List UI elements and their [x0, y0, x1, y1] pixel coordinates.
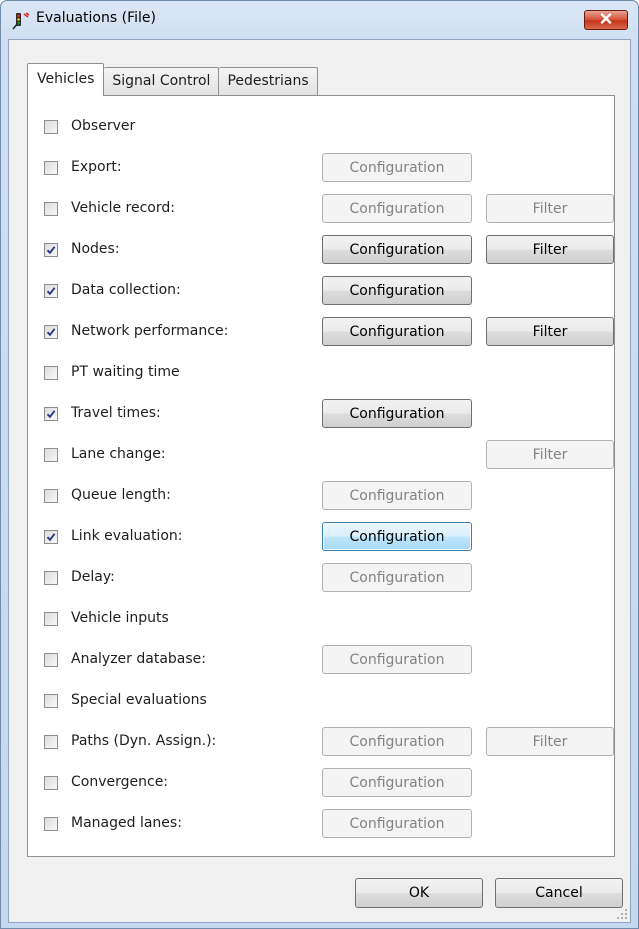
evaluation-row-observer: Observer [28, 112, 614, 142]
checkbox-label-network-performance[interactable]: Network performance: [71, 323, 228, 339]
check-icon [46, 532, 56, 542]
checkbox-label-vehicle-inputs[interactable]: Vehicle inputs [71, 610, 169, 626]
checkbox-managed-lanes[interactable] [44, 817, 58, 831]
checkbox-link-evaluation[interactable] [44, 530, 58, 544]
check-icon [46, 327, 56, 337]
evaluation-row-link-evaluation: Link evaluation: Configuration [28, 522, 614, 552]
checkbox-vehicle-inputs[interactable] [44, 612, 58, 626]
checkbox-label-data-collection[interactable]: Data collection: [71, 282, 181, 298]
configuration-button-export[interactable]: Configuration [322, 153, 472, 182]
checkbox-delay[interactable] [44, 571, 58, 585]
checkbox-export[interactable] [44, 161, 58, 175]
evaluation-row-vehicle-record: Vehicle record: Configuration Filter [28, 194, 614, 224]
traffic-signal-icon [12, 12, 30, 30]
evaluation-row-nodes: Nodes: Configuration Filter [28, 235, 614, 265]
evaluation-row-paths-dyn-assign: Paths (Dyn. Assign.): Configuration Filter [28, 727, 614, 757]
evaluation-row-special-evaluations: Special evaluations [28, 686, 614, 716]
ok-button[interactable]: OK [355, 878, 483, 908]
evaluation-row-lane-change: Lane change: Filter [28, 440, 614, 470]
checkbox-vehicle-record[interactable] [44, 202, 58, 216]
configuration-button-delay[interactable]: Configuration [322, 563, 472, 592]
checkbox-convergence[interactable] [44, 776, 58, 790]
window-title: Evaluations (File) [36, 10, 156, 26]
evaluation-row-managed-lanes: Managed lanes: Configuration [28, 809, 614, 839]
configuration-button-convergence[interactable]: Configuration [322, 768, 472, 797]
check-icon [46, 409, 56, 419]
tab-signal-control[interactable]: Signal Control [104, 67, 220, 96]
configuration-button-nodes[interactable]: Configuration [322, 235, 472, 264]
checkbox-label-link-evaluation[interactable]: Link evaluation: [71, 528, 182, 544]
evaluation-row-convergence: Convergence: Configuration [28, 768, 614, 798]
checkbox-label-nodes[interactable]: Nodes: [71, 241, 120, 257]
filter-button-network-performance[interactable]: Filter [486, 317, 614, 346]
configuration-button-paths-dyn-assign[interactable]: Configuration [322, 727, 472, 756]
filter-button-paths-dyn-assign[interactable]: Filter [486, 727, 614, 756]
cancel-button[interactable]: Cancel [495, 878, 623, 908]
check-icon [46, 245, 56, 255]
checkbox-label-managed-lanes[interactable]: Managed lanes: [71, 815, 182, 831]
configuration-button-managed-lanes[interactable]: Configuration [322, 809, 472, 838]
resize-grip-icon[interactable] [616, 908, 628, 920]
configuration-button-network-performance[interactable]: Configuration [322, 317, 472, 346]
evaluation-row-analyzer-database: Analyzer database: Configuration [28, 645, 614, 675]
vehicles-tab-panel: Observer Export: Configuration Vehicle reco… [27, 95, 615, 857]
checkbox-paths-dyn-assign[interactable] [44, 735, 58, 749]
checkbox-label-analyzer-database[interactable]: Analyzer database: [71, 651, 206, 667]
configuration-button-link-evaluation[interactable]: Configuration [322, 522, 472, 551]
checkbox-observer[interactable] [44, 120, 58, 134]
configuration-button-travel-times[interactable]: Configuration [322, 399, 472, 428]
title-bar[interactable]: Evaluations (File) [1, 1, 638, 39]
evaluation-row-delay: Delay: Configuration [28, 563, 614, 593]
filter-button-nodes[interactable]: Filter [486, 235, 614, 264]
evaluation-row-queue-length: Queue length: Configuration [28, 481, 614, 511]
configuration-button-queue-length[interactable]: Configuration [322, 481, 472, 510]
checkbox-network-performance[interactable] [44, 325, 58, 339]
checkbox-label-pt-waiting-time[interactable]: PT waiting time [71, 364, 180, 380]
evaluation-row-network-performance: Network performance: Configuration Filter [28, 317, 614, 347]
evaluation-row-vehicle-inputs: Vehicle inputs [28, 604, 614, 634]
checkbox-label-export[interactable]: Export: [71, 159, 122, 175]
evaluations-dialog: Evaluations (File) Vehicles Signal Contr… [0, 0, 639, 929]
configuration-button-analyzer-database[interactable]: Configuration [322, 645, 472, 674]
evaluation-row-data-collection: Data collection: Configuration [28, 276, 614, 306]
close-icon [600, 12, 612, 28]
checkbox-data-collection[interactable] [44, 284, 58, 298]
checkbox-label-travel-times[interactable]: Travel times: [71, 405, 161, 421]
configuration-button-vehicle-record[interactable]: Configuration [322, 194, 472, 223]
tab-pedestrians[interactable]: Pedestrians [219, 67, 318, 96]
filter-button-lane-change[interactable]: Filter [486, 440, 614, 469]
checkbox-label-vehicle-record[interactable]: Vehicle record: [71, 200, 175, 216]
checkbox-special-evaluations[interactable] [44, 694, 58, 708]
checkbox-nodes[interactable] [44, 243, 58, 257]
close-button[interactable] [584, 10, 628, 30]
checkbox-queue-length[interactable] [44, 489, 58, 503]
tab-strip: Vehicles Signal Control Pedestrians [27, 63, 318, 96]
evaluation-row-travel-times: Travel times: Configuration [28, 399, 614, 429]
tab-vehicles[interactable]: Vehicles [27, 63, 105, 96]
checkbox-label-paths-dyn-assign[interactable]: Paths (Dyn. Assign.): [71, 733, 216, 749]
evaluation-row-pt-waiting-time: PT waiting time [28, 358, 614, 388]
filter-button-vehicle-record[interactable]: Filter [486, 194, 614, 223]
checkbox-label-queue-length[interactable]: Queue length: [71, 487, 171, 503]
check-icon [46, 286, 56, 296]
dialog-client-area: Vehicles Signal Control Pedestrians Obse… [8, 39, 631, 923]
checkbox-label-special-evaluations[interactable]: Special evaluations [71, 692, 207, 708]
checkbox-label-convergence[interactable]: Convergence: [71, 774, 168, 790]
checkbox-label-observer[interactable]: Observer [71, 118, 135, 134]
evaluation-row-export: Export: Configuration [28, 153, 614, 183]
checkbox-label-lane-change[interactable]: Lane change: [71, 446, 166, 462]
checkbox-analyzer-database[interactable] [44, 653, 58, 667]
checkbox-label-delay[interactable]: Delay: [71, 569, 115, 585]
checkbox-travel-times[interactable] [44, 407, 58, 421]
checkbox-pt-waiting-time[interactable] [44, 366, 58, 380]
configuration-button-data-collection[interactable]: Configuration [322, 276, 472, 305]
checkbox-lane-change[interactable] [44, 448, 58, 462]
